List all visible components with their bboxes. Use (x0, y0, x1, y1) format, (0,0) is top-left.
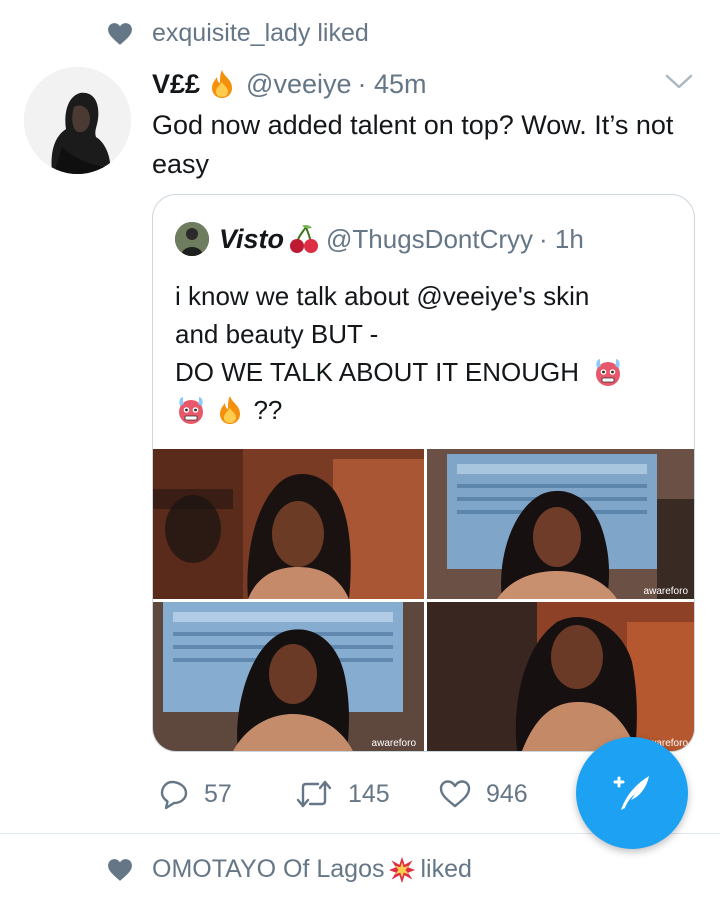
quoted-text-line: i know we talk about @veeiye's skin (175, 281, 590, 311)
heart-icon (108, 23, 132, 45)
media-image[interactable]: awareforo (153, 602, 424, 751)
media-image[interactable] (153, 449, 424, 599)
social-context-text: OMOTAYO Of Lagos liked (152, 855, 472, 884)
compose-tweet-button[interactable] (576, 737, 688, 849)
quoted-tweet-time: · 1h (539, 223, 584, 254)
social-context[interactable]: OMOTAYO Of Lagos liked (0, 838, 720, 898)
media-image[interactable]: awareforo (427, 602, 694, 751)
avatar-photo (24, 67, 131, 174)
tweet-text: God now added talent on top? Wow. It’s n… (152, 110, 674, 179)
reply-button[interactable]: 57 (158, 778, 232, 810)
tweet-header: V££ @veeiye · 45m (152, 64, 427, 104)
quoted-author-handle: @ThugsDontCryy (326, 223, 534, 254)
compose-tweet-icon (613, 776, 649, 810)
social-context-text: exquisite_lady liked (152, 19, 369, 47)
fire-emoji (220, 396, 241, 425)
reply-icon (160, 780, 188, 810)
quoted-text-line-content: DO WE TALK ABOUT IT ENOUGH (175, 357, 580, 387)
media-image[interactable]: awareforo (427, 449, 694, 599)
fire-emoji (212, 70, 233, 98)
quoted-tweet-header: Visto @ThugsDontCryy · 1h (175, 221, 584, 257)
author-name[interactable]: V££ (152, 69, 200, 100)
quoted-text-line-tail: ?? (253, 395, 283, 425)
quoted-text-line: and beauty BUT - (175, 319, 379, 349)
quoted-text-line: ?? (175, 391, 675, 429)
quoted-tweet[interactable]: Visto @ThugsDontCryy · 1h i know we talk… (152, 194, 695, 752)
collision-emoji (389, 856, 416, 883)
retweet-icon (296, 780, 332, 808)
like-button[interactable]: 946 (438, 778, 528, 810)
quoted-avatar (175, 222, 209, 256)
tweet-time: · 45m (357, 68, 427, 99)
quoted-text-line: DO WE TALK ABOUT IT ENOUGH (175, 353, 675, 391)
social-context[interactable]: exquisite_lady liked (0, 2, 720, 62)
media-grid: awareforo awareforo awareforo (153, 449, 694, 751)
cold-face-emoji (179, 397, 203, 425)
quoted-tweet-text: i know we talk about @veeiye's skin and … (175, 277, 675, 429)
avatar[interactable] (24, 67, 131, 174)
cherries-emoji (290, 224, 319, 253)
heart-icon (108, 859, 132, 881)
author-handle[interactable]: @veeiye (246, 69, 351, 100)
cold-face-emoji (596, 359, 621, 387)
like-icon (439, 780, 471, 808)
social-context-suffix: liked (420, 855, 472, 883)
like-count: 946 (486, 779, 528, 808)
quoted-author-name: Visto (219, 223, 285, 254)
chevron-down-icon[interactable] (664, 70, 694, 92)
retweet-button[interactable]: 145 (294, 778, 390, 810)
social-context-name: OMOTAYO Of Lagos (152, 855, 385, 883)
reply-count: 57 (204, 779, 232, 808)
media-watermark: awareforo (643, 586, 688, 597)
retweet-count: 145 (348, 779, 390, 808)
media-watermark: awareforo (371, 738, 416, 749)
